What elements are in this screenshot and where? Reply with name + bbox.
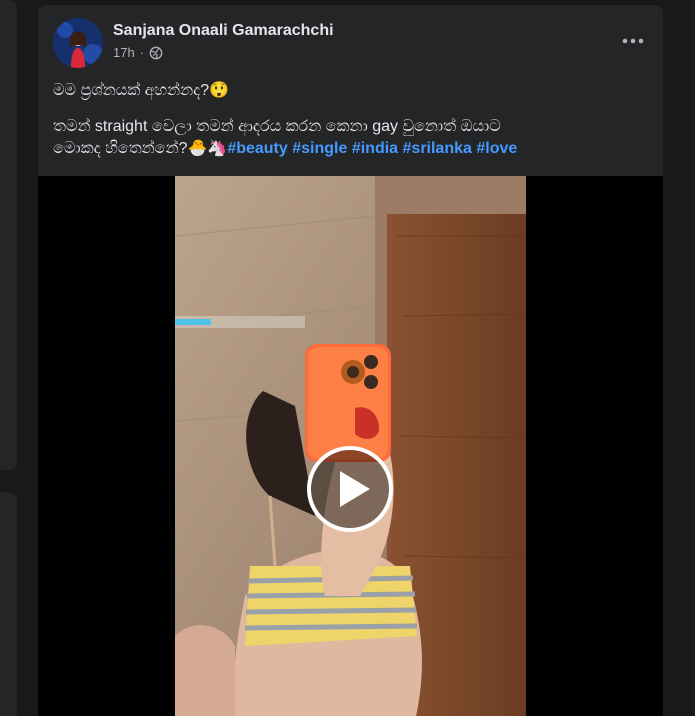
globe-icon[interactable] [149,46,163,60]
post-text-body: තමන් straight වෙලා තමන් ආදරය කරන කෙනා ga… [53,118,501,135]
meta-separator: · [139,45,145,60]
post-text-body-end: මොකද හිතෙන්නේ?🐣🦄#beauty #single #india #… [53,138,517,160]
side-card-top [0,0,17,470]
post-meta: 17h · [113,45,163,60]
hashtag-srilanka[interactable]: #srilanka [403,140,472,157]
hashtag-india[interactable]: #india [352,140,398,157]
hashtag-beauty[interactable]: #beauty [227,140,287,157]
more-options-icon[interactable] [619,29,647,53]
post-card: Sanjana Onaali Gamarachchi 17h · මම ප්‍ර… [38,5,663,716]
post-time[interactable]: 17h [113,45,135,60]
side-card-bottom [0,492,17,716]
author-name[interactable]: Sanjana Onaali Gamarachchi [113,22,334,40]
play-icon[interactable] [305,444,395,534]
post-text-question: මම ප්‍රශ්නයක් අහන්නද?😲 [53,82,230,99]
hashtag-list: #beauty #single #india #srilanka #love [227,140,517,157]
avatar[interactable] [53,18,103,68]
post-text-body-tail: මොකද හිතෙන්නේ?🐣🦄 [53,140,228,157]
hashtag-love[interactable]: #love [476,140,517,157]
hashtag-single[interactable]: #single [292,140,347,157]
post-header: Sanjana Onaali Gamarachchi 17h · [38,5,663,69]
video-player[interactable] [38,176,663,716]
